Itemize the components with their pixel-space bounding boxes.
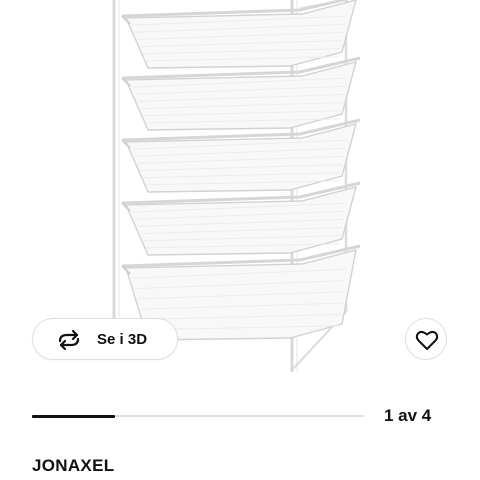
rotate-3d-icon xyxy=(58,329,80,351)
view-in-3d-button[interactable]: Se i 3D xyxy=(32,318,178,360)
heart-icon xyxy=(415,331,439,350)
gallery-progress-fill xyxy=(32,414,115,418)
gallery-progress-bar xyxy=(32,414,364,418)
gallery-pager: 1 av 4 xyxy=(384,406,432,425)
product-name: JONAXEL xyxy=(32,456,115,475)
wire-basket xyxy=(121,0,357,69)
favourite-button[interactable] xyxy=(405,318,447,360)
wire-basket xyxy=(121,118,361,193)
wire-basket xyxy=(121,181,361,256)
wire-basket xyxy=(121,56,361,131)
view-in-3d-label: Se i 3D xyxy=(97,331,148,348)
